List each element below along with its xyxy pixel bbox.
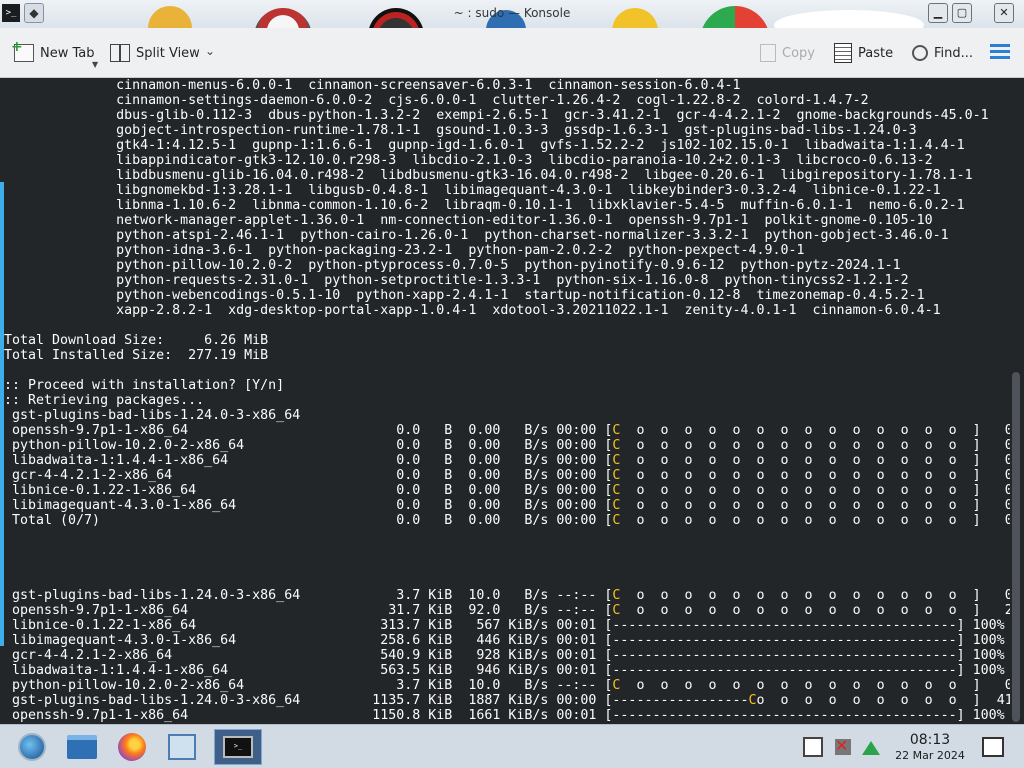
new-tab-dropdown-icon[interactable]: ▼ xyxy=(92,60,98,69)
konsole-icon: >_ xyxy=(223,736,253,758)
terminal-line: libnma-1.10.6-2 libnma-common-1.10.6-2 l… xyxy=(4,198,965,213)
terminal-line: gst-plugins-bad-libs-1.24.0-3-x86_64 3.7… xyxy=(4,588,1021,603)
progress-cursor: C xyxy=(612,678,621,693)
progress-cursor: C xyxy=(612,468,621,483)
terminal-output: cinnamon-menus-6.0.0-1 cinnamon-screensa… xyxy=(4,78,1021,724)
progress-cursor: C xyxy=(612,483,621,498)
terminal-line: xapp-2.8.2-1 xdg-desktop-portal-xapp-1.0… xyxy=(4,303,941,318)
progress-cursor: C xyxy=(612,498,621,513)
progress-cursor: C xyxy=(612,438,621,453)
terminal-line: libappindicator-gtk3-12.10.0.r298-3 libc… xyxy=(4,153,933,168)
terminal-line: python-idna-3.6-1 python-packaging-23.2-… xyxy=(4,243,805,258)
taskbar-firefox[interactable] xyxy=(112,729,152,765)
maximize-button[interactable]: ▢ xyxy=(952,3,972,23)
minimize-button[interactable]: ▁ xyxy=(928,3,948,23)
split-view-button[interactable]: Split View xyxy=(110,28,200,78)
find-label: Find... xyxy=(934,45,974,61)
terminal-line: :: Retrieving packages... xyxy=(4,393,205,408)
terminal-line: python-atspi-2.46.1-1 python-cairo-1.26.… xyxy=(4,228,949,243)
clock-date: 22 Mar 2024 xyxy=(895,749,965,762)
close-button[interactable]: ✕ xyxy=(994,3,1014,23)
terminal-line: gst-plugins-bad-libs-1.24.0-3-x86_64 xyxy=(4,408,301,423)
file-manager-icon xyxy=(67,735,97,759)
terminal-line: libdbusmenu-glib-16.04.0.r498-2 libdbusm… xyxy=(4,168,973,183)
terminal-line: network-manager-applet-1.36.0-1 nm-conne… xyxy=(4,213,933,228)
search-icon xyxy=(912,45,928,61)
terminal-line: cinnamon-settings-daemon-6.0.0-2 cjs-6.0… xyxy=(4,93,869,108)
progress-cursor: C xyxy=(612,423,621,438)
chevron-down-icon[interactable]: ⌄ xyxy=(205,44,215,58)
find-button[interactable]: Find... xyxy=(912,28,973,78)
terminal-line: openssh-9.7p1-1-x86_64 0.0 B 0.00 B/s 00… xyxy=(4,423,1021,438)
terminal-line: Total Installed Size: 277.19 MiB xyxy=(4,348,269,363)
split-view-label: Split View xyxy=(136,45,200,61)
taskbar-konsole[interactable]: >_ xyxy=(214,729,262,765)
window-titlebar[interactable]: >_ ◆ ~ : sudo — Konsole ▁ ▢ ✕ xyxy=(0,0,1024,28)
terminal-line: libnice-0.1.22-1-x86_64 0.0 B 0.00 B/s 0… xyxy=(4,483,1021,498)
firefox-icon xyxy=(118,733,146,761)
terminal-line: python-pillow-10.2.0-2-x86_64 0.0 B 0.00… xyxy=(4,438,1021,453)
terminal-line: python-webencodings-0.5.1-10 python-xapp… xyxy=(4,288,925,303)
terminal-line: libgnomekbd-1:3.28.1-1 libgusb-0.4.8-1 l… xyxy=(4,183,941,198)
progress-cursor: C xyxy=(612,513,621,528)
copy-button[interactable]: Copy xyxy=(760,28,815,78)
konsole-toolbar: New Tab ▼ Split View ⌄ Copy Paste Find..… xyxy=(0,28,1024,78)
terminal-line: python-pillow-10.2.0-2-x86_64 3.7 KiB 10… xyxy=(4,678,1021,693)
progress-cursor: C xyxy=(612,453,621,468)
paste-button[interactable]: Paste xyxy=(834,28,893,78)
clock[interactable]: 08:13 22 Mar 2024 xyxy=(888,731,972,763)
terminal-line: :: Proceed with installation? [Y/n] xyxy=(4,378,285,393)
new-tab-button[interactable]: New Tab xyxy=(11,28,95,78)
terminal-line: dbus-glib-0.112-3 dbus-python-1.3.2-2 ex… xyxy=(4,108,989,123)
paste-label: Paste xyxy=(858,45,894,61)
taskbar: >_ 08:13 22 Mar 2024 xyxy=(0,724,1024,768)
copy-icon xyxy=(760,44,776,62)
network-disconnected-icon[interactable] xyxy=(833,736,853,757)
terminal-view[interactable]: cinnamon-menus-6.0.0-1 cinnamon-screensa… xyxy=(0,78,1024,724)
terminal-line: libadwaita-1:1.4.4-1-x86_64 563.5 KiB 94… xyxy=(4,663,1005,678)
terminal-line: gtk4-1:4.12.5-1 gupnp-1:1.6.6-1 gupnp-ig… xyxy=(4,138,965,153)
split-view-icon xyxy=(110,44,130,62)
updates-icon[interactable] xyxy=(862,741,880,755)
terminal-line: gcr-4-4.2.1-2-x86_64 0.0 B 0.00 B/s 00:0… xyxy=(4,468,1021,483)
terminal-line: libimagequant-4.3.0-1-x86_64 0.0 B 0.00 … xyxy=(4,498,1021,513)
new-tab-label: New Tab xyxy=(40,45,95,61)
terminal-line: gst-plugins-bad-libs-1.24.0-3-x86_64 113… xyxy=(4,693,1021,708)
clock-time: 08:13 xyxy=(909,732,951,748)
start-menu-icon xyxy=(18,733,46,761)
progress-cursor: C xyxy=(748,693,757,708)
paste-icon xyxy=(834,43,852,63)
show-desktop-icon[interactable] xyxy=(982,737,1004,757)
terminal-line: python-pillow-10.2.0-2 python-ptyprocess… xyxy=(4,258,901,273)
scrollbar-thumb[interactable] xyxy=(1012,372,1020,722)
terminal-line: openssh-9.7p1-1-x86_64 31.7 KiB 92.0 B/s… xyxy=(4,603,1021,618)
new-tab-icon xyxy=(11,39,34,62)
terminal-line: python-requests-2.31.0-1 python-setproct… xyxy=(4,273,909,288)
progress-cursor: C xyxy=(612,588,621,603)
taskbar-file-manager[interactable] xyxy=(62,729,102,765)
terminal-line: libnice-0.1.22-1-x86_64 313.7 KiB 567 Ki… xyxy=(4,618,1005,633)
terminal-line: Total Download Size: 6.26 MiB xyxy=(4,333,269,348)
taskbar-system-settings[interactable] xyxy=(162,729,202,765)
terminal-line: cinnamon-menus-6.0.0-1 cinnamon-screensa… xyxy=(4,78,741,93)
copy-label: Copy xyxy=(782,45,815,61)
progress-cursor: C xyxy=(612,603,621,618)
terminal-line: libadwaita-1:1.4.4-1-x86_64 0.0 B 0.00 B… xyxy=(4,453,1021,468)
terminal-line: openssh-9.7p1-1-x86_64 1150.8 KiB 1661 K… xyxy=(4,708,1005,723)
window-title: ~ : sudo — Konsole xyxy=(453,6,571,20)
terminal-line: libimagequant-4.3.0-1-x86_64 258.6 KiB 4… xyxy=(4,633,1005,648)
start-menu-button[interactable] xyxy=(12,729,52,765)
hamburger-menu-icon[interactable] xyxy=(990,44,1010,60)
terminal-line: gcr-4-4.2.1-2-x86_64 540.9 KiB 928 KiB/s… xyxy=(4,648,1005,663)
terminal-line: gobject-introspection-runtime-1.78.1-1 g… xyxy=(4,123,917,138)
clipboard-icon[interactable] xyxy=(803,737,823,757)
system-settings-icon xyxy=(168,734,196,760)
terminal-line: Total (0/7) 0.0 B 0.00 B/s 00:00 [C o o … xyxy=(4,513,1021,528)
